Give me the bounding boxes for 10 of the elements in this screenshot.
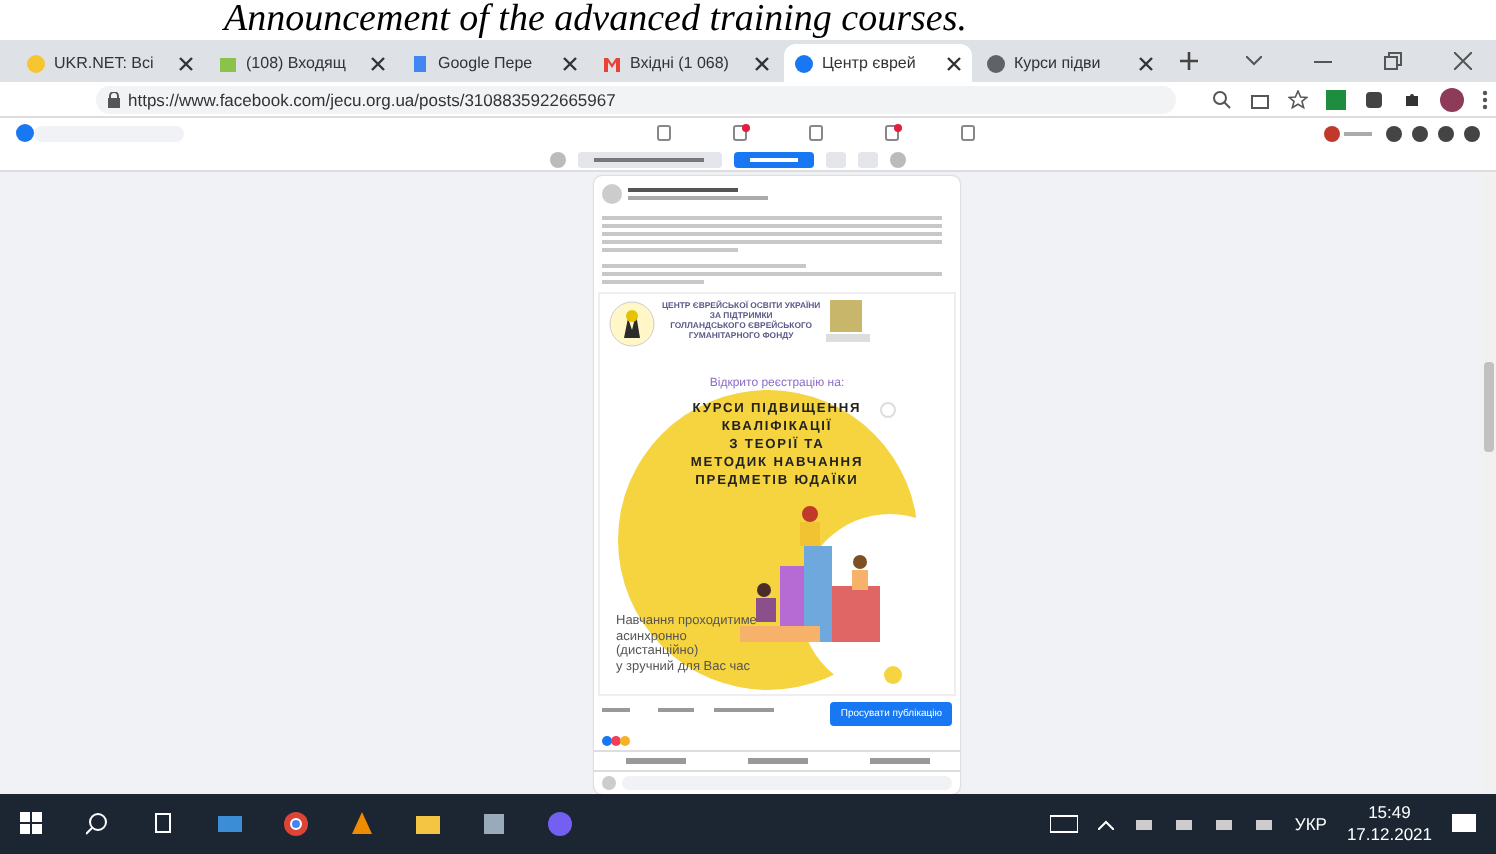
browser-tab[interactable]: UKR.NET: Всі xyxy=(16,44,204,82)
browser-tab[interactable]: Курси підви xyxy=(976,44,1164,82)
address-bar[interactable]: https://www.facebook.com/jecu.org.ua/posts/3108835922665967 xyxy=(96,85,1176,113)
clock[interactable]: 15:49 17.12.2021 xyxy=(1346,802,1432,846)
language-indicator[interactable]: УКР xyxy=(1294,814,1327,834)
browser-tab[interactable]: Вхідні (1 068) xyxy=(592,44,780,82)
caption: Announcement of the advanced training courses. xyxy=(224,0,969,40)
browser-tab[interactable]: Google Пере xyxy=(400,44,588,82)
browser-tab[interactable]: (108) Входящ xyxy=(208,44,396,82)
browser-tab[interactable]: Центр єврей xyxy=(784,44,972,82)
